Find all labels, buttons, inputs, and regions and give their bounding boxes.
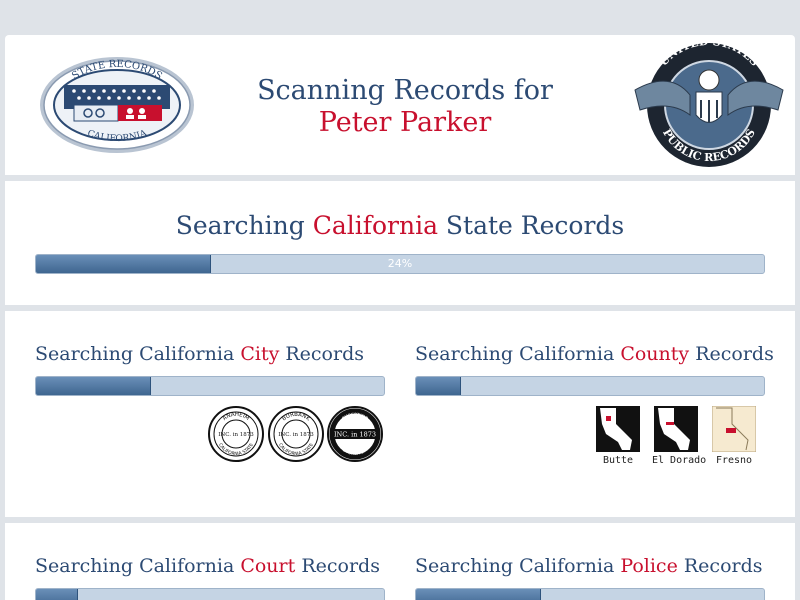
city-search-title: Searching California City Records xyxy=(35,343,364,365)
state-progress-label: 24% xyxy=(387,257,413,270)
city-progress-fill xyxy=(36,377,151,395)
court-progress-fill xyxy=(36,589,78,600)
city-search-suffix: Records xyxy=(285,343,364,365)
police-progress-bar xyxy=(415,588,765,600)
court-search-highlight: Court xyxy=(240,555,296,577)
state-search-prefix: Searching xyxy=(175,211,305,240)
police-search-title: Searching California Police Records xyxy=(415,555,763,577)
police-search-suffix: Records xyxy=(683,555,763,577)
county-search-highlight: County xyxy=(620,343,690,365)
california-map-icon xyxy=(596,406,640,452)
city-progress-bar xyxy=(35,376,385,396)
county-map-el-dorado: El Dorado xyxy=(652,406,707,466)
city-seal-middle-text: INC. in 1873 xyxy=(218,432,254,438)
court-search-suffix: Records xyxy=(301,555,380,577)
county-search-prefix: Searching California xyxy=(415,343,615,365)
county-progress-fill xyxy=(416,377,462,395)
city-seal-middle-text: INC. in 1873 xyxy=(278,432,314,438)
county-map-butte: Butte xyxy=(594,406,642,466)
state-name: California xyxy=(312,211,438,240)
state-progress-bar: 24% xyxy=(35,254,765,274)
court-police-panel: Searching California Court Records Searc… xyxy=(5,523,795,600)
county-search-title: Searching California County Records xyxy=(415,343,774,365)
court-search-prefix: Searching California xyxy=(35,555,235,577)
city-seal-cupertino: CUPERTINO INC. in 1873 CALIFORNIA STATE xyxy=(327,406,383,462)
city-search-highlight: City xyxy=(240,343,280,365)
court-search-title: Searching California Court Records xyxy=(35,555,380,577)
header-panel: STATE RECORDS CALIFORNIA Scanning Record… xyxy=(5,35,795,175)
city-seal-burbank: BURBANK INC. in 1873 CALIFORNIA STATE xyxy=(268,406,324,462)
state-search-title: Searching California State Records xyxy=(5,211,795,240)
city-seal-middle-text: INC. in 1873 xyxy=(334,431,376,439)
california-map-icon xyxy=(712,406,756,452)
city-search-prefix: Searching California xyxy=(35,343,235,365)
county-map-fresno: Fresno xyxy=(710,406,758,466)
page-title: Scanning Records for Peter Parker xyxy=(225,75,585,139)
police-search-highlight: Police xyxy=(620,555,678,577)
county-search-suffix: Records xyxy=(695,343,774,365)
county-label: El Dorado xyxy=(652,455,707,466)
state-records-logo: STATE RECORDS CALIFORNIA xyxy=(40,57,194,153)
county-label: Butte xyxy=(602,455,634,466)
public-records-eagle-seal: UNITED STATES PUBLIC RECORDS xyxy=(634,40,784,167)
california-map-icon xyxy=(654,406,698,452)
city-seal-anaheim: ANAHEIM INC. in 1873 CALIFORNIA STATE xyxy=(208,406,264,462)
county-label: Fresno xyxy=(715,455,753,466)
person-name: Peter Parker xyxy=(318,107,492,138)
court-progress-bar xyxy=(35,588,385,600)
city-county-panel: Searching California City Records ANAHEI… xyxy=(5,311,795,517)
county-progress-bar xyxy=(415,376,765,396)
police-progress-fill xyxy=(416,589,542,600)
page-title-line1: Scanning Records for xyxy=(257,75,553,106)
state-search-suffix: State Records xyxy=(445,211,625,240)
state-search-panel: Searching California State Records 24% xyxy=(5,181,795,305)
police-search-prefix: Searching California xyxy=(415,555,615,577)
